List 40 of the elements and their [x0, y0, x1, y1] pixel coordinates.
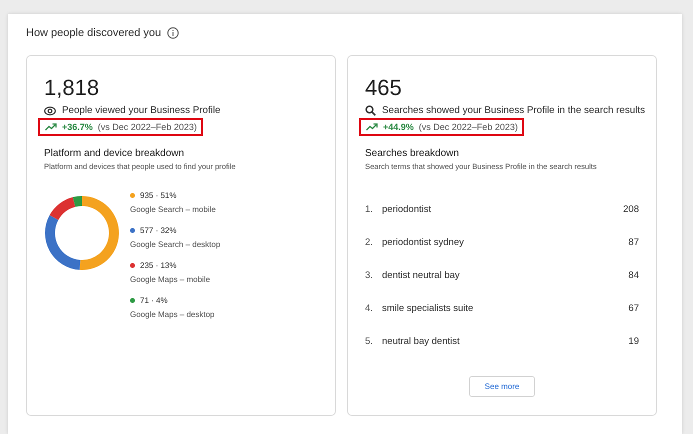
see-more-button[interactable]: See more: [469, 376, 535, 397]
search-term: neutral bay dentist: [382, 336, 461, 347]
legend-value: 71 · 4%: [140, 296, 168, 305]
legend-value: 235 · 13%: [140, 261, 176, 270]
legend-value: 935 · 51%: [140, 191, 176, 200]
legend-label: Google Maps – desktop: [130, 310, 216, 319]
search-count: 87: [628, 237, 639, 248]
search-count: 84: [628, 270, 639, 281]
metric-label: People viewed your Business Profile: [62, 105, 220, 116]
eye-icon: [44, 106, 56, 116]
breakdown-title: Platform and device breakdown: [44, 148, 186, 159]
change-percent: +36.7%: [62, 122, 93, 132]
comparison-period: (vs Dec 2022–Feb 2023): [98, 122, 197, 132]
metric-label: Searches showed your Business Profile in the search results: [382, 105, 646, 116]
breakdown-title: Searches breakdown: [365, 148, 460, 159]
legend-value: 577 · 32%: [140, 226, 176, 235]
trend-up-icon: [366, 123, 378, 131]
legend-label: Google Maps – mobile: [130, 275, 212, 284]
change-percent: +44.9%: [383, 122, 414, 132]
section-title: How people discovered you: [26, 27, 162, 39]
search-term: smile specialists suite: [382, 303, 474, 314]
rank-number: 2.: [365, 237, 374, 248]
search-count: 19: [628, 336, 639, 347]
rank-number: 1.: [365, 204, 374, 215]
legend-label: Google Search – mobile: [130, 205, 217, 214]
trend-up-icon: [45, 123, 57, 131]
search-term: dentist neutral bay: [382, 270, 461, 281]
search-icon: [365, 105, 376, 116]
search-term: periodontist: [382, 204, 432, 215]
rank-number: 4.: [365, 303, 374, 314]
info-icon: [167, 27, 180, 39]
rank-number: 3.: [365, 270, 374, 281]
search-term: periodontist sydney: [382, 237, 465, 248]
comparison-period: (vs Dec 2022–Feb 2023): [418, 122, 518, 132]
search-count: 208: [623, 204, 639, 215]
legend-label: Google Search – desktop: [130, 240, 220, 249]
metric-total: 1,818: [44, 74, 100, 102]
search-count: 67: [628, 303, 639, 314]
rank-number: 5.: [365, 336, 374, 347]
metric-total: 465: [365, 74, 403, 102]
